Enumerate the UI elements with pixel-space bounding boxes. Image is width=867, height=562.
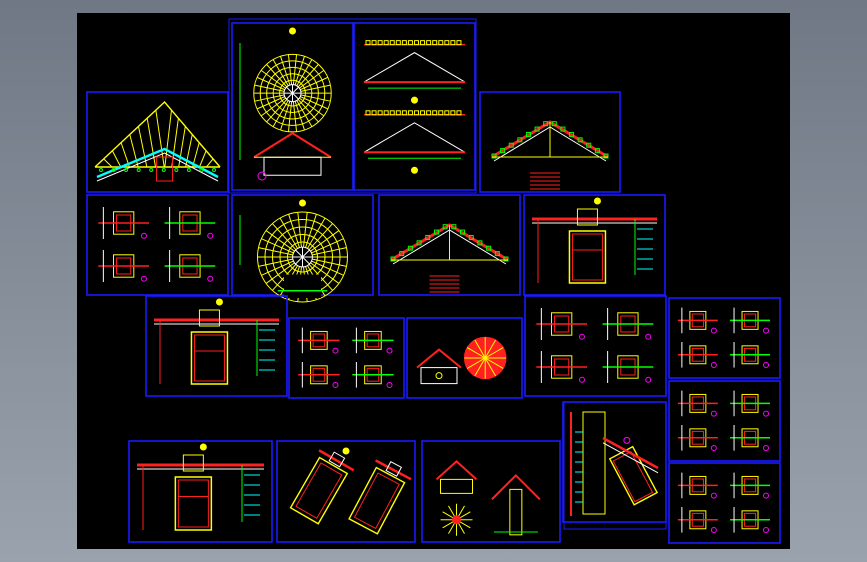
sheet-rosette-detail[interactable] bbox=[406, 317, 523, 399]
sheet-bottom-roof-details[interactable] bbox=[421, 440, 561, 543]
sheet-connection-detail-small[interactable] bbox=[288, 317, 405, 399]
sheet-right-detail-top[interactable] bbox=[668, 297, 781, 379]
sheet-roof-section-middle[interactable] bbox=[378, 194, 521, 296]
sheet-frame bbox=[524, 295, 667, 397]
sheet-sloped-column-detail[interactable] bbox=[562, 401, 667, 523]
sheet-frame bbox=[353, 22, 476, 191]
cad-drawing-canvas[interactable] bbox=[77, 13, 790, 549]
sheet-bottom-rotated-columns[interactable] bbox=[276, 440, 416, 543]
sheet-column-section-middle[interactable] bbox=[523, 194, 666, 296]
sheet-truss-elevation-large[interactable] bbox=[86, 91, 229, 193]
cad-sheet-layout bbox=[86, 18, 781, 544]
sheet-frame bbox=[276, 440, 416, 543]
sheet-joint-details-left[interactable] bbox=[86, 194, 229, 296]
sheet-beam-column-detail[interactable] bbox=[145, 295, 288, 397]
sheet-dome-plan-middle[interactable] bbox=[231, 194, 374, 303]
sheet-right-detail-middle[interactable] bbox=[668, 380, 781, 462]
sheet-multi-joint-details[interactable] bbox=[524, 295, 667, 397]
sheet-frame bbox=[421, 440, 561, 543]
sheet-frame bbox=[86, 91, 229, 193]
sheet-roof-section-right[interactable] bbox=[479, 91, 621, 193]
sheet-group-outline bbox=[563, 401, 667, 530]
sheet-frame bbox=[86, 194, 229, 296]
sheet-roof-sections-double[interactable] bbox=[353, 22, 476, 191]
sheet-right-detail-bottom[interactable] bbox=[668, 462, 781, 544]
sheet-bottom-column-detail[interactable] bbox=[128, 440, 273, 543]
sheet-dome-plan-top[interactable] bbox=[231, 22, 354, 191]
